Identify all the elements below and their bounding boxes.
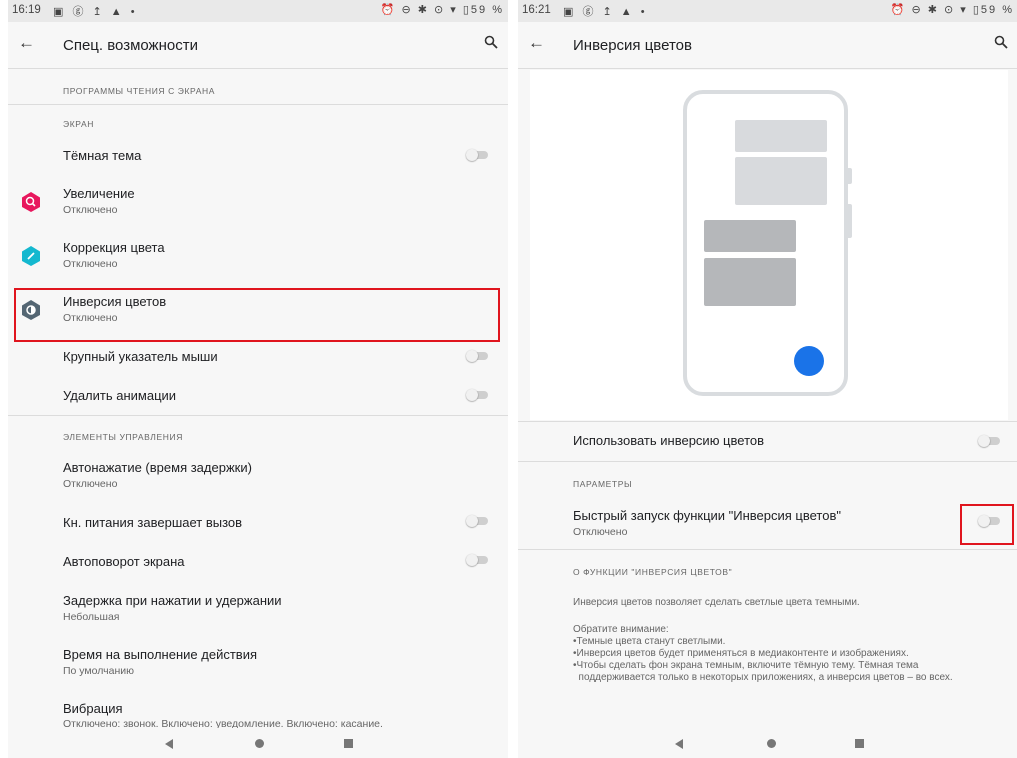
use-inversion-toggle[interactable]: [978, 435, 1000, 447]
section-header-params: ПАРАМЕТРЫ: [573, 479, 633, 489]
nav-back-icon[interactable]: [165, 739, 173, 749]
setting-label: Быстрый запуск функции "Инверсия цветов": [573, 508, 841, 523]
nav-recents-icon[interactable]: [344, 739, 353, 748]
setting-summary: Отключено: [573, 526, 628, 538]
setting-remove-animations[interactable]: Удалить анимации: [8, 381, 508, 413]
section-header-screen: ЭКРАН: [63, 119, 94, 129]
divider: [8, 415, 508, 416]
search-icon[interactable]: [484, 35, 498, 49]
large-pointer-toggle[interactable]: [466, 350, 488, 362]
app-bar: ← Инверсия цветов: [518, 22, 1017, 69]
setting-summary: По умолчанию: [63, 665, 135, 677]
about-description: Инверсия цветов позволяет сделать светлы…: [573, 597, 860, 608]
nav-recents-icon[interactable]: [855, 739, 864, 748]
navigation-bar: [8, 728, 508, 758]
setting-label: Увеличение: [63, 186, 135, 201]
status-bar: 16:21 ▣ ⓖ ↥ ▲ • ⏰ ⊖ ✱ ⊙ ▾ ▯59 %: [518, 0, 1017, 22]
divider: [518, 549, 1017, 550]
setting-label: Кн. питания завершает вызов: [63, 515, 243, 530]
setting-label: Вибрация: [63, 701, 123, 716]
highlight-box: [960, 504, 1014, 545]
setting-summary: Небольшая: [63, 611, 120, 623]
color-inversion-screen: 16:21 ▣ ⓖ ↥ ▲ • ⏰ ⊖ ✱ ⊙ ▾ ▯59 % ← Инверс…: [518, 0, 1017, 758]
setting-use-inversion[interactable]: Использовать инверсию цветов: [518, 424, 1017, 458]
status-system-icons: ⏰ ⊖ ✱ ⊙ ▾ ▯59 %: [380, 4, 504, 16]
phone-illustration: [683, 90, 852, 396]
setting-label: Тёмная тема: [63, 148, 142, 163]
status-notification-icons: ▣ ⓖ ↥ ▲ •: [53, 6, 138, 18]
setting-label: Удалить анимации: [63, 388, 177, 403]
setting-autorotate[interactable]: Автоповорот экрана: [8, 546, 508, 578]
status-time: 16:19: [12, 4, 41, 16]
app-bar: ← Спец. возможности: [8, 22, 508, 69]
setting-dark-theme[interactable]: Тёмная тема: [8, 140, 508, 172]
setting-vibration[interactable]: Вибрация Отключено: звонок. Включено: ув…: [8, 697, 508, 731]
setting-label: Крупный указатель мыши: [63, 349, 218, 364]
setting-time-to-act[interactable]: Время на выполнение действия По умолчани…: [8, 643, 508, 683]
setting-color-correction[interactable]: Коррекция цвета Отключено: [8, 236, 508, 276]
search-icon[interactable]: [994, 35, 1008, 49]
back-arrow-icon[interactable]: ←: [528, 33, 545, 53]
section-header-screen-readers: ПРОГРАММЫ ЧТЕНИЯ С ЭКРАНА: [63, 86, 216, 96]
remove-animations-toggle[interactable]: [466, 389, 488, 401]
setting-label: Автоповорот экрана: [63, 554, 185, 569]
setting-summary: Отключено: [63, 258, 118, 270]
divider: [518, 421, 1017, 422]
setting-shortcut[interactable]: Быстрый запуск функции "Инверсия цветов"…: [518, 503, 1017, 543]
illustration-panel: [530, 70, 1008, 420]
section-header-controls: ЭЛЕМЕНТЫ УПРАВЛЕНИЯ: [63, 432, 183, 442]
navigation-bar: [518, 728, 1017, 758]
autorotate-toggle[interactable]: [466, 554, 488, 566]
accessibility-screen: 16:19 ▣ ⓖ ↥ ▲ • ⏰ ⊖ ✱ ⊙ ▾ ▯59 % ← Спец. …: [8, 0, 508, 758]
nav-home-icon[interactable]: [767, 739, 776, 748]
setting-magnification[interactable]: Увеличение Отключено: [8, 182, 508, 222]
nav-home-icon[interactable]: [255, 739, 264, 748]
highlight-box: [14, 288, 500, 342]
setting-label: Коррекция цвета: [63, 240, 165, 255]
section-header-about: О ФУНКЦИИ "ИНВЕРСИЯ ЦВЕТОВ": [573, 567, 733, 577]
setting-label: Время на выполнение действия: [63, 647, 257, 662]
setting-touch-hold-delay[interactable]: Задержка при нажатии и удержании Небольш…: [8, 589, 508, 629]
setting-large-pointer[interactable]: Крупный указатель мыши: [8, 342, 508, 374]
setting-summary: Отключено: [63, 204, 118, 216]
status-bar: 16:19 ▣ ⓖ ↥ ▲ • ⏰ ⊖ ✱ ⊙ ▾ ▯59 %: [8, 0, 508, 22]
status-system-icons: ⏰ ⊖ ✱ ⊙ ▾ ▯59 %: [890, 4, 1014, 16]
magnification-icon: [22, 192, 40, 212]
status-time: 16:21: [522, 4, 551, 16]
dark-theme-toggle[interactable]: [466, 149, 488, 161]
power-ends-call-toggle[interactable]: [466, 515, 488, 527]
divider: [518, 461, 1017, 462]
page-title: Спец. возможности: [63, 37, 198, 54]
color-correction-icon: [22, 246, 40, 266]
setting-label: Автонажатие (время задержки): [63, 460, 252, 475]
setting-autoclick[interactable]: Автонажатие (время задержки) Отключено: [8, 456, 508, 496]
about-notes: Обратите внимание: •Темные цвета станут …: [573, 624, 953, 683]
setting-label: Задержка при нажатии и удержании: [63, 593, 282, 608]
back-arrow-icon[interactable]: ←: [18, 33, 35, 53]
setting-summary: Отключено: [63, 478, 118, 490]
page-title: Инверсия цветов: [573, 37, 692, 54]
nav-back-icon[interactable]: [675, 739, 683, 749]
divider: [8, 104, 508, 105]
status-notification-icons: ▣ ⓖ ↥ ▲ •: [563, 6, 648, 18]
setting-label: Использовать инверсию цветов: [573, 433, 765, 448]
setting-power-ends-call[interactable]: Кн. питания завершает вызов: [8, 507, 508, 539]
